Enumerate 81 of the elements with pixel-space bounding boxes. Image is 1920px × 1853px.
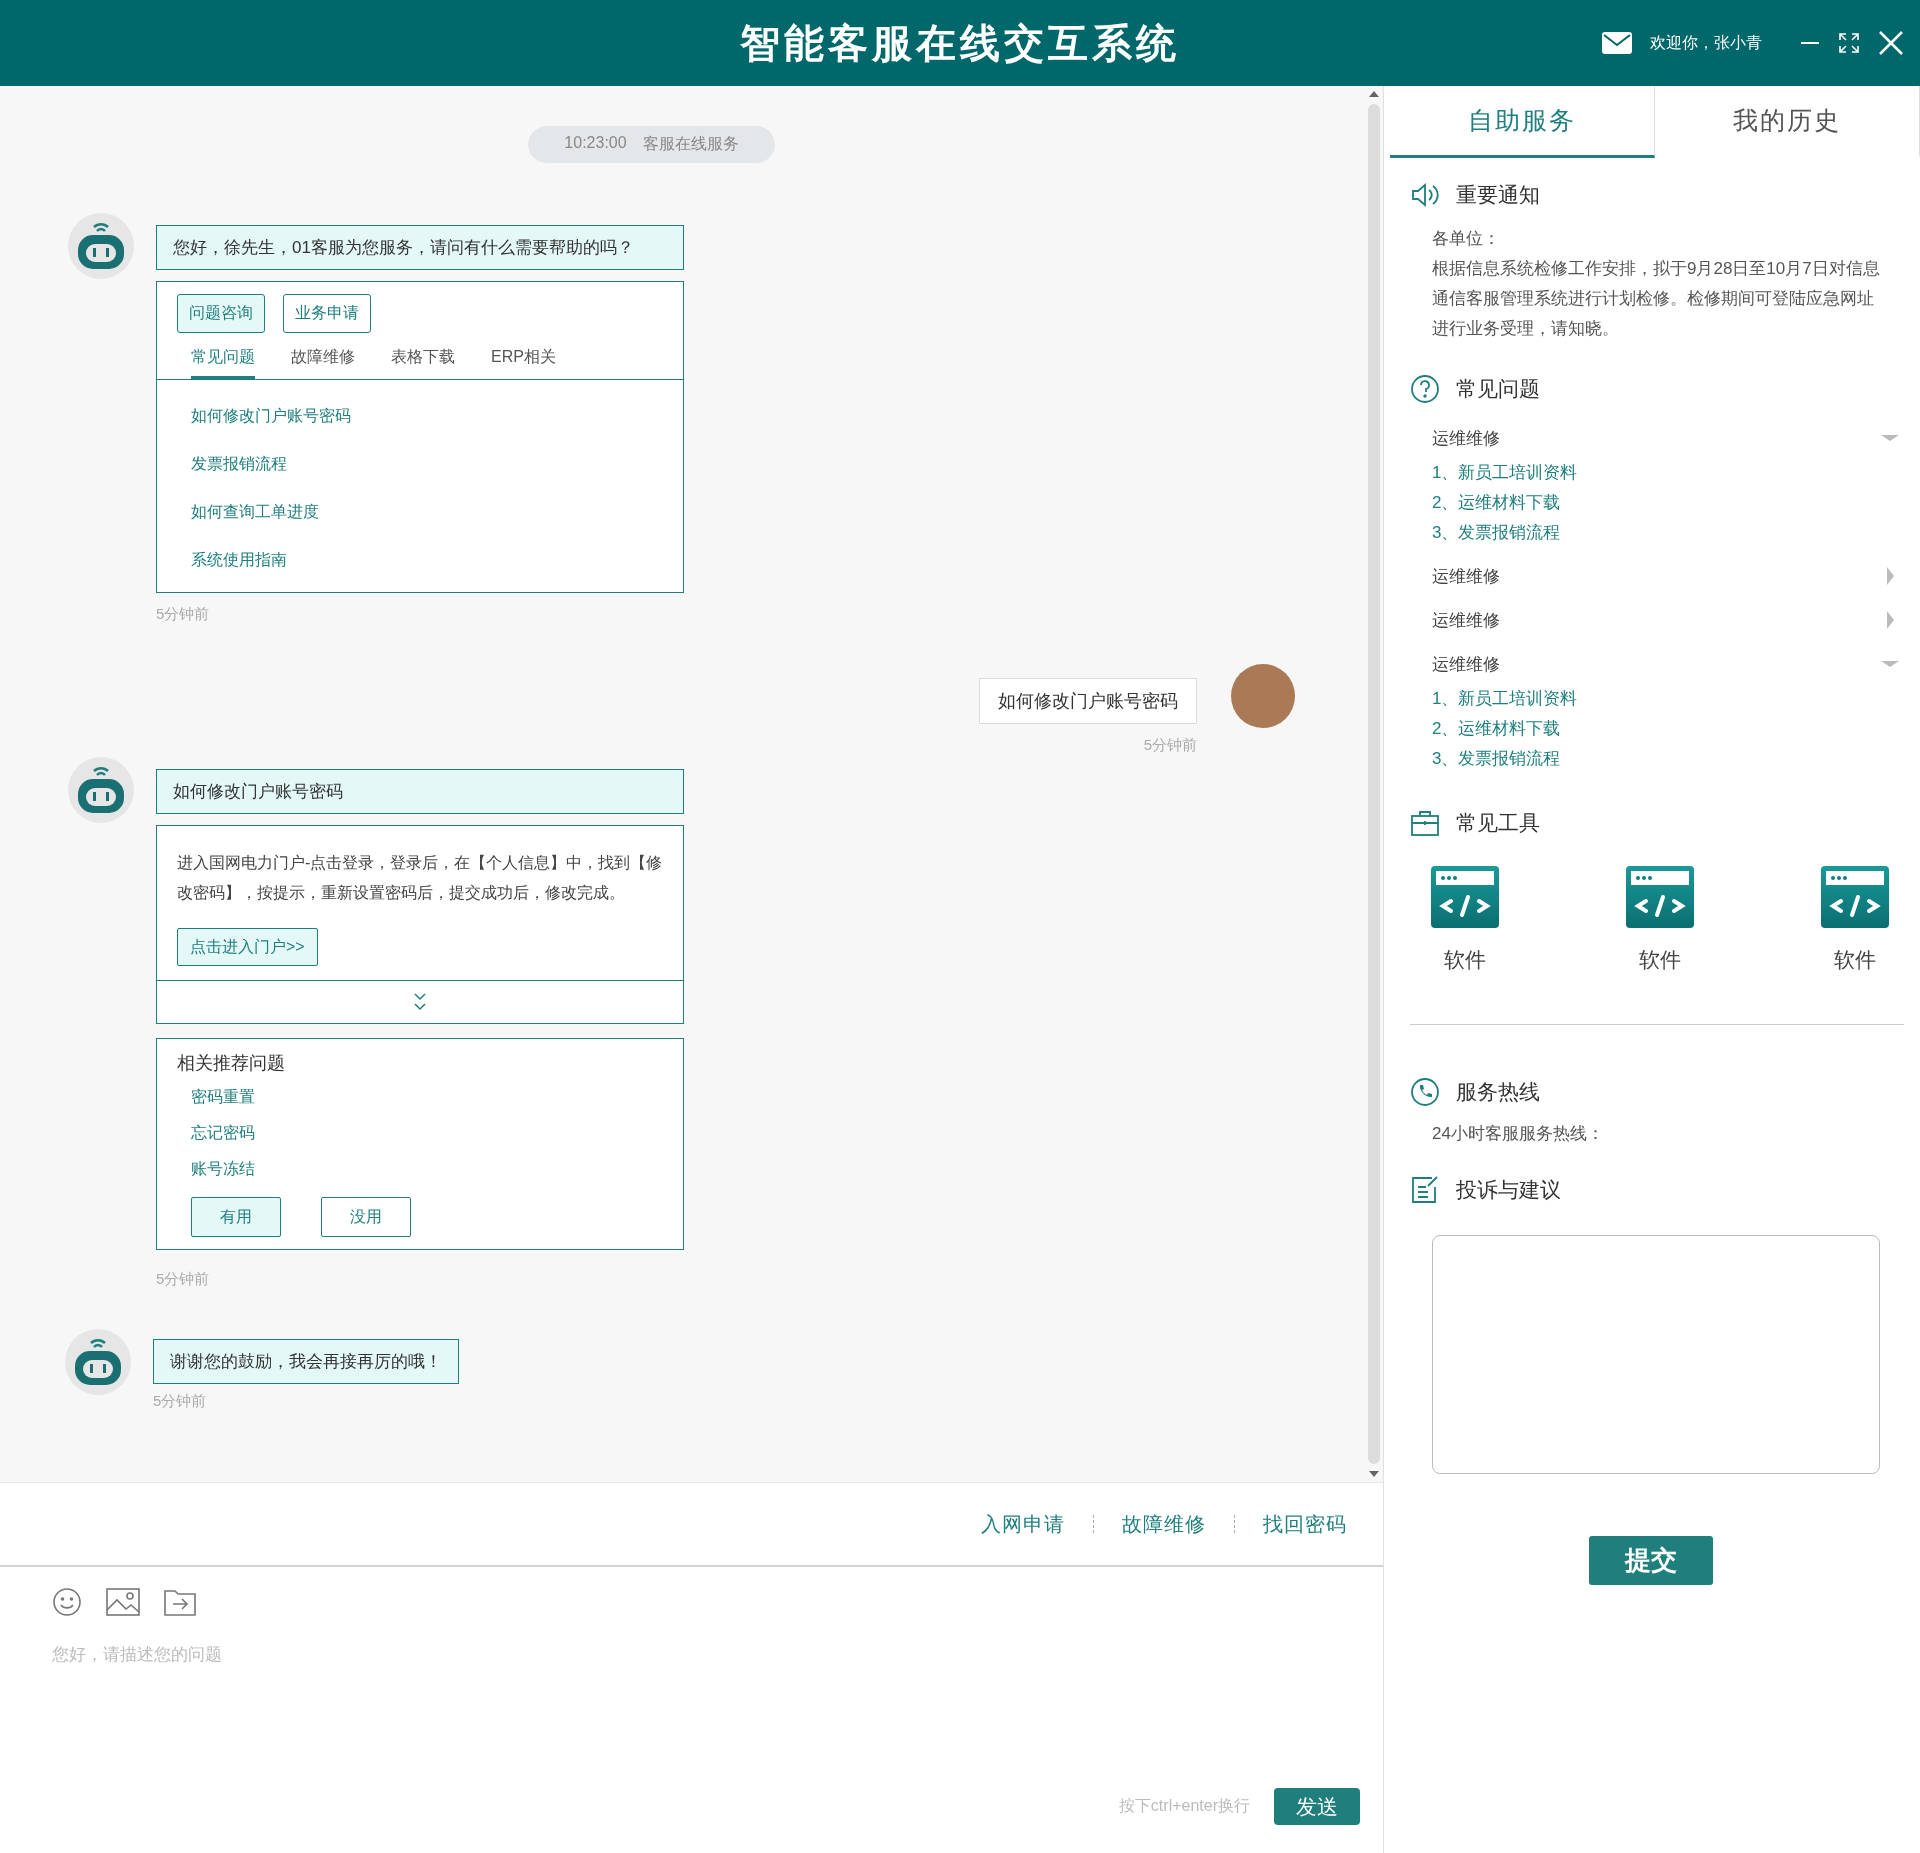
scroll-up-icon[interactable] (1368, 90, 1380, 98)
faq-group[interactable]: 运维维修 (1390, 418, 1920, 458)
robot-avatar (65, 1329, 131, 1395)
panel-tab[interactable]: 自助服务 (1390, 86, 1655, 158)
portal-link[interactable]: 点击进入门户>> (177, 928, 318, 966)
robot-avatar (68, 213, 134, 279)
message-time: 5分钟前 (156, 1270, 211, 1289)
bot-message: 谢谢您的鼓励，我会再接再厉的哦！ (153, 1339, 459, 1384)
quick-link[interactable]: 找回密码 (1263, 1510, 1347, 1538)
app-title: 智能客服在线交互系统 (740, 17, 1180, 68)
submit-button[interactable]: 提交 (1589, 1536, 1713, 1585)
section-title: 服务热线 (1456, 1079, 1540, 1105)
menu-tab[interactable]: ERP相关 (491, 347, 556, 379)
shortcut-hint: 按下ctrl+enter换行 (1118, 1796, 1250, 1816)
faq-group[interactable]: 运维维修 (1390, 556, 1920, 596)
menu-tab[interactable]: 故障维修 (291, 347, 355, 379)
category-button[interactable]: 问题咨询 (177, 294, 265, 333)
fullscreen-icon[interactable] (1838, 32, 1860, 54)
question-link[interactable]: 如何修改门户账号密码 (191, 392, 649, 440)
edit-icon (1410, 1175, 1440, 1205)
faq-group[interactable]: 运维维修 (1390, 600, 1920, 640)
phone-icon (1410, 1077, 1440, 1107)
section-title: 常见问题 (1456, 376, 1540, 402)
panel-tab[interactable]: 我的历史 (1655, 86, 1920, 158)
faq-link[interactable]: 3、发票报销流程 (1432, 744, 1920, 774)
bot-message: 您好，徐先生，01客服为您服务，请问有什么需要帮助的吗？ (156, 225, 684, 270)
related-link[interactable]: 忘记密码 (177, 1115, 663, 1151)
tool-label[interactable]: 软件 (1444, 946, 1486, 974)
feedback-button[interactable]: 没用 (321, 1197, 411, 1237)
robot-avatar (68, 757, 134, 823)
message-time: 5分钟前 (153, 1392, 208, 1411)
faq-group[interactable]: 运维维修 (1390, 644, 1920, 684)
briefcase-icon (1410, 808, 1440, 838)
feedback-field[interactable] (1432, 1235, 1880, 1474)
faq-link[interactable]: 3、发票报销流程 (1432, 518, 1920, 548)
send-button[interactable]: 发送 (1274, 1788, 1360, 1825)
image-icon[interactable] (106, 1588, 140, 1616)
notice-greeting: 各单位： (1432, 228, 1501, 250)
notice-text: 根据信息系统检修工作安排，拟于9月28日至10月7日对信息通信客服管理系统进行计划检修。检修期间可登陆应急网址进行业务受理，请知晓。 (1432, 258, 1880, 340)
scroll-down-icon[interactable] (1368, 1470, 1380, 1478)
menu-tab[interactable]: 表格下载 (391, 347, 455, 379)
question-link[interactable]: 系统使用指南 (191, 536, 649, 584)
help-icon (1410, 374, 1440, 404)
emoji-icon[interactable] (52, 1587, 82, 1617)
speaker-icon (1410, 180, 1440, 210)
bot-message: 如何修改门户账号密码 (156, 769, 684, 814)
category-button[interactable]: 业务申请 (283, 294, 371, 333)
code-window-icon[interactable] (1626, 866, 1694, 928)
section-title: 投诉与建议 (1456, 1177, 1561, 1203)
tool-label[interactable]: 软件 (1834, 946, 1876, 974)
faq-link[interactable]: 1、新员工培训资料 (1432, 684, 1920, 714)
code-window-icon[interactable] (1431, 866, 1499, 928)
faq-link[interactable]: 2、运维材料下载 (1432, 488, 1920, 518)
code-window-icon[interactable] (1821, 866, 1889, 928)
tool-label[interactable]: 软件 (1639, 946, 1681, 974)
expand-icon[interactable] (414, 992, 426, 1012)
answer-text: 进入国网电力门户-点击登录，登录后，在【个人信息】中，找到【修改密码】，按提示，重新设置密码后，提交成功后，修改完成。 (177, 853, 663, 903)
faq-link[interactable]: 2、运维材料下载 (1432, 714, 1920, 744)
menu-tab[interactable]: 常见问题 (191, 347, 255, 379)
related-title: 相关推荐问题 (177, 1052, 286, 1075)
question-link[interactable]: 发票报销流程 (191, 440, 649, 488)
question-link[interactable]: 如何查询工单进度 (191, 488, 649, 536)
scrollbar[interactable] (1367, 90, 1381, 1478)
feedback-button[interactable]: 有用 (191, 1197, 281, 1237)
section-title: 常见工具 (1456, 810, 1540, 836)
user-message: 如何修改门户账号密码 (979, 678, 1197, 724)
welcome-text: 欢迎你，张小青 (1650, 32, 1762, 53)
time-pill: 10:23:00 客服在线服务 (528, 126, 775, 163)
quick-link[interactable]: 故障维修 (1122, 1510, 1206, 1538)
mail-icon[interactable] (1602, 32, 1632, 54)
message-time: 5分钟前 (1143, 736, 1197, 755)
section-title: 重要通知 (1456, 182, 1540, 208)
hotline-text: 24小时客服服务热线： (1432, 1123, 1605, 1145)
message-input[interactable]: 您好，请描述您的问题 (52, 1643, 1252, 1763)
close-icon[interactable] (1878, 30, 1904, 56)
message-time: 5分钟前 (156, 605, 211, 624)
related-link[interactable]: 账号冻结 (177, 1151, 663, 1187)
faq-link[interactable]: 1、新员工培训资料 (1432, 458, 1920, 488)
related-link[interactable]: 密码重置 (177, 1079, 663, 1115)
folder-icon[interactable] (164, 1588, 196, 1616)
quick-link[interactable]: 入网申请 (981, 1510, 1065, 1538)
